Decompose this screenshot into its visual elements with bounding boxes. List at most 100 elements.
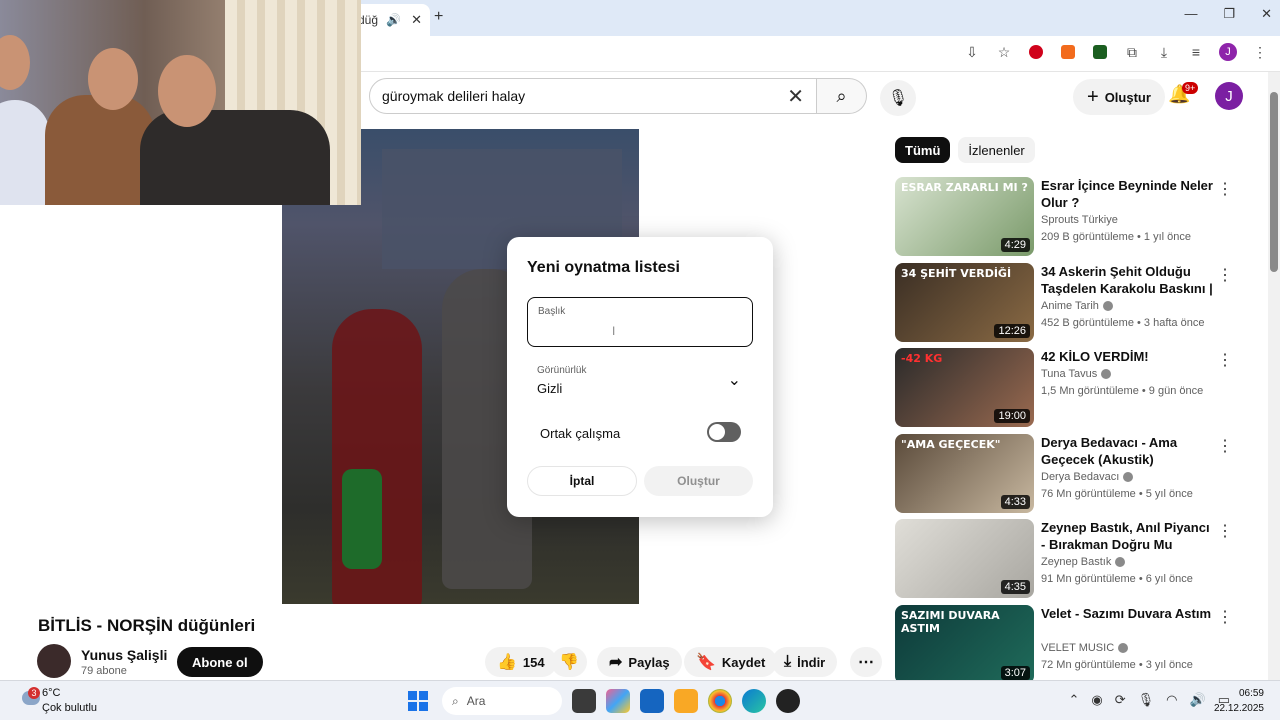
extension-green-icon[interactable] [1090, 42, 1110, 62]
recommendation-item[interactable]: 34 ŞEHİT VERDİĞİ 12:26 34 Askerin Şehit Ol… [895, 262, 1235, 349]
chip-watched[interactable]: İzlenenler [958, 137, 1035, 163]
create-playlist-button[interactable]: Oluştur [644, 466, 753, 496]
more-options-icon[interactable]: ⋮ [1217, 350, 1233, 370]
video-duration-badge: 3:07 [1000, 665, 1030, 680]
taskbar-search[interactable]: ⌕ Ara [442, 687, 562, 715]
browser-menu-icon[interactable]: ⋮ [1250, 42, 1270, 62]
recommendation-thumbnail[interactable]: SAZIMI DUVARA ASTIM 3:07 [895, 604, 1034, 684]
media-controls-icon[interactable]: ≡ [1186, 42, 1206, 62]
recommendation-thumbnail[interactable]: 34 ŞEHİT VERDİĞİ 12:26 [895, 262, 1034, 342]
cancel-button[interactable]: İptal [527, 466, 637, 496]
search-icon: ⌕ [452, 693, 459, 708]
edge-icon[interactable] [742, 689, 766, 713]
steam-icon[interactable] [776, 689, 800, 713]
search-button[interactable]: ⌕ [817, 78, 867, 114]
task-view-icon[interactable] [572, 689, 596, 713]
install-app-icon[interactable]: ⇩ [962, 42, 982, 62]
new-tab-button[interactable]: + [434, 8, 443, 26]
recommendation-item[interactable]: "AMA GEÇECEK" 4:33 Derya Bedavacı - Ama Ge… [895, 433, 1235, 520]
speaker-icon[interactable]: 🔊 [386, 13, 401, 27]
recommendation-item[interactable]: SAZIMI DUVARA ASTIM 3:07 Velet - Sazımı Du… [895, 604, 1235, 691]
volume-icon[interactable]: 🔊 [1190, 692, 1206, 708]
microphone-icon[interactable]: 🎙 [1138, 692, 1155, 708]
recommendation-title[interactable]: Derya Bedavacı - Ama Geçecek (Akustik) [1041, 434, 1213, 468]
more-actions-button[interactable]: ⋯ [850, 647, 882, 677]
recommendation-item[interactable]: ESRAR ZARARLI MI ? 4:29 Esrar İçince Beyni… [895, 177, 1235, 263]
search-input[interactable]: güroymak delileri halay ✕ [369, 78, 817, 114]
recommendation-thumbnail[interactable]: -42 KG 19:00 [895, 348, 1034, 428]
close-tab-icon[interactable]: ✕ [411, 12, 422, 28]
dislike-button[interactable]: 👎 [551, 647, 587, 677]
recommendation-channel[interactable]: VELET MUSIC [1041, 642, 1129, 654]
channel-avatar[interactable] [37, 644, 71, 678]
playlist-title-field[interactable]: Başlık I [527, 297, 753, 347]
webcam-person [45, 95, 155, 205]
more-options-icon[interactable]: ⋮ [1217, 607, 1233, 627]
extension-orange-icon[interactable] [1058, 42, 1078, 62]
webcam-overlay [0, 0, 361, 205]
thumbnail-text: 34 ŞEHİT VERDİĞİ [901, 266, 1012, 280]
recommendation-title[interactable]: Esrar İçince Beyninde Neler Olur ? [1041, 177, 1213, 211]
more-options-icon[interactable]: ⋮ [1217, 265, 1233, 285]
downloads-icon[interactable]: ⤓ [1154, 42, 1174, 62]
visibility-label: Görünürlük [537, 365, 587, 376]
collaboration-toggle[interactable] [707, 422, 741, 442]
recommendation-meta: 209 B görüntüleme • 1 yıl önce [1041, 231, 1191, 243]
recommendation-title[interactable]: Zeynep Bastık, Anıl Piyancı - Bırakman D… [1041, 519, 1213, 553]
recommendation-thumbnail[interactable]: "AMA GEÇECEK" 4:33 [895, 433, 1034, 513]
page-scrollbar[interactable] [1268, 72, 1280, 680]
recommendation-meta: 72 Mn görüntüleme • 3 yıl önce [1041, 658, 1193, 671]
security-icon[interactable]: ◉ [1091, 692, 1102, 708]
file-explorer-icon[interactable] [674, 689, 698, 713]
download-button[interactable]: ⤓ İndir [772, 647, 838, 677]
recommendation-item[interactable]: -42 KG 19:00 42 KİLO VERDİM! Tuna Tavus 1,5 … [895, 348, 1235, 434]
recommendation-title[interactable]: 34 Askerin Şehit Olduğu Taşdelen Karakol… [1041, 263, 1213, 297]
more-options-icon[interactable]: ⋮ [1217, 179, 1233, 199]
close-window-button[interactable]: ✕ [1261, 6, 1272, 22]
recommendation-channel[interactable]: Zeynep Bastık [1041, 556, 1126, 568]
clear-search-icon[interactable]: ✕ [787, 84, 804, 109]
recommendation-title[interactable]: Velet - Sazımı Duvara Astım [1041, 605, 1213, 622]
more-options-icon[interactable]: ⋮ [1217, 521, 1233, 541]
create-button[interactable]: + Oluştur [1073, 79, 1165, 115]
recommendation-channel[interactable]: Derya Bedavacı [1041, 471, 1134, 483]
minimize-button[interactable]: — [1184, 6, 1197, 22]
share-button[interactable]: ➦ Paylaş [597, 647, 682, 677]
tab-title-fragment: düğ [358, 13, 379, 27]
thumbnail-text: -42 KG [901, 352, 943, 366]
wifi-icon[interactable]: ◠ [1166, 692, 1177, 708]
recommendation-item[interactable]: 4:35 Zeynep Bastık, Anıl Piyancı - Bırakm… [895, 519, 1235, 605]
thumbnail-text: SAZIMI DUVARA ASTIM [901, 608, 1000, 635]
channel-name[interactable]: Yunus Şalişli [81, 647, 167, 663]
sync-icon[interactable]: ⟳ [1115, 692, 1126, 708]
account-avatar[interactable]: J [1215, 82, 1243, 110]
recommendation-channel[interactable]: Sprouts Türkiye [1041, 214, 1118, 226]
taskbar-clock[interactable]: 06:59 22.12.2025 [1214, 686, 1264, 716]
extensions-puzzle-icon[interactable]: ⧉ [1122, 42, 1142, 62]
recommendation-meta: 452 B görüntüleme • 3 hafta önce [1041, 316, 1205, 329]
profile-icon[interactable]: J [1218, 42, 1238, 62]
recommendation-channel[interactable]: Tuna Tavus [1041, 368, 1112, 380]
voice-search-mic-icon[interactable]: 🎙 [880, 80, 916, 116]
bookmark-star-icon[interactable]: ☆ [994, 42, 1014, 62]
visibility-select[interactable]: Görünürlük Gizli ⌄ [527, 360, 753, 404]
chrome-icon[interactable] [708, 689, 732, 713]
copilot-icon[interactable] [606, 689, 630, 713]
browser-tab-active[interactable]: düğ 🔊 ✕ [350, 4, 430, 36]
like-button[interactable]: 👍 154 [485, 647, 557, 677]
windows-start-icon[interactable] [408, 691, 428, 711]
chevron-up-icon[interactable]: ⌃ [1069, 692, 1080, 708]
save-button[interactable]: 🔖 Kaydet [684, 647, 778, 677]
scrollbar-thumb[interactable] [1270, 92, 1278, 272]
more-options-icon[interactable]: ⋮ [1217, 436, 1233, 456]
recommendation-title[interactable]: 42 KİLO VERDİM! [1041, 348, 1213, 365]
chip-all[interactable]: Tümü [895, 137, 951, 163]
store-icon[interactable] [640, 689, 664, 713]
subscribe-button[interactable]: Abone ol [177, 647, 263, 677]
collaboration-label: Ortak çalışma [540, 426, 621, 441]
extension-red-icon[interactable] [1026, 42, 1046, 62]
recommendation-thumbnail[interactable]: 4:35 [895, 519, 1034, 599]
maximize-button[interactable]: ❐ [1223, 6, 1235, 22]
recommendation-channel[interactable]: Anime Tarih [1041, 300, 1113, 312]
recommendation-thumbnail[interactable]: ESRAR ZARARLI MI ? 4:29 [895, 177, 1034, 256]
